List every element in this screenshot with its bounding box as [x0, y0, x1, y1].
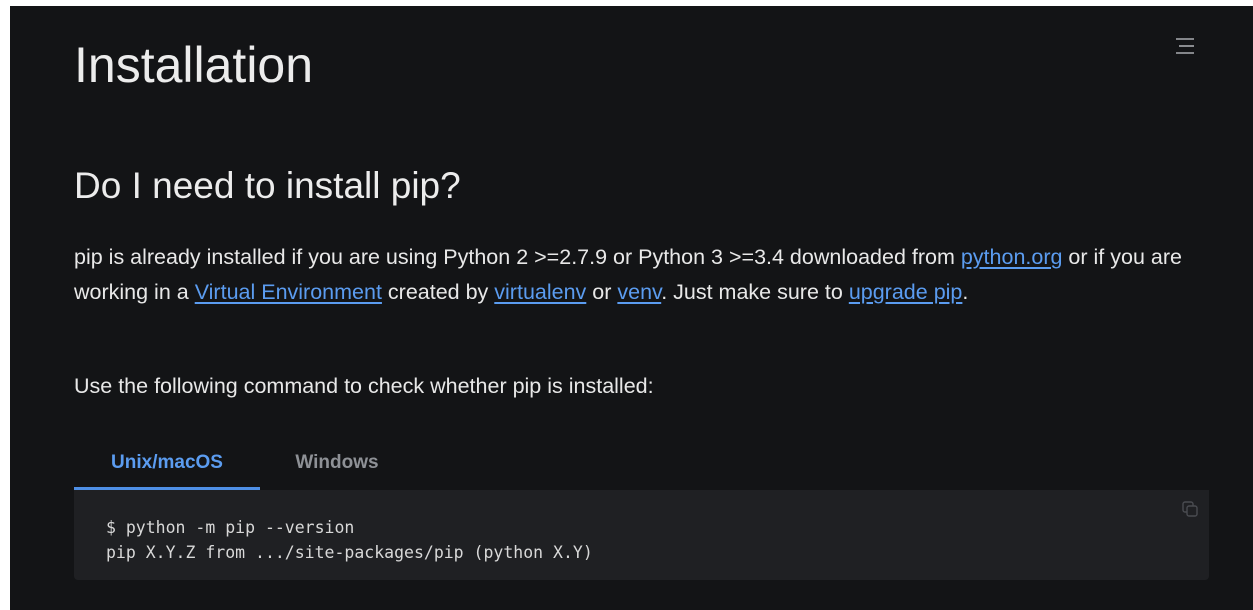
os-tabs: Unix/macOS Windows: [74, 442, 1209, 492]
upgrade-pip-link[interactable]: upgrade pip: [849, 280, 963, 304]
page-title: Installation: [74, 37, 314, 93]
paragraph-text: . Just make sure to: [661, 280, 849, 304]
section-title: Do I need to install pip?: [74, 165, 461, 206]
tab-windows[interactable]: Windows: [262, 442, 412, 490]
code-content: $ python -m pip --version pip X.Y.Z from …: [106, 515, 593, 565]
check-paragraph: Use the following command to check wheth…: [74, 374, 654, 398]
tab-unix-macos[interactable]: Unix/macOS: [74, 442, 260, 490]
paragraph-text: created by: [381, 280, 495, 304]
python-org-link[interactable]: python.org: [961, 245, 1063, 269]
virtual-environment-link[interactable]: Virtual Environment: [195, 280, 382, 304]
code-line: pip X.Y.Z from .../site-packages/pip (py…: [106, 543, 593, 562]
venv-link[interactable]: venv: [617, 280, 661, 304]
menu-lines-icon[interactable]: [1174, 35, 1196, 57]
virtualenv-link[interactable]: virtualenv: [494, 280, 586, 304]
intro-paragraph: pip is already installed if you are usin…: [74, 240, 1184, 310]
paragraph-text: or: [586, 280, 618, 304]
code-line: $ python -m pip --version: [106, 518, 355, 537]
code-block: $ python -m pip --version pip X.Y.Z from …: [74, 490, 1209, 580]
page: Installation Do I need to install pip? p…: [10, 6, 1253, 610]
paragraph-text: .: [962, 280, 969, 304]
paragraph-text: pip is already installed if you are usin…: [74, 245, 961, 269]
copy-icon[interactable]: [1181, 500, 1199, 518]
